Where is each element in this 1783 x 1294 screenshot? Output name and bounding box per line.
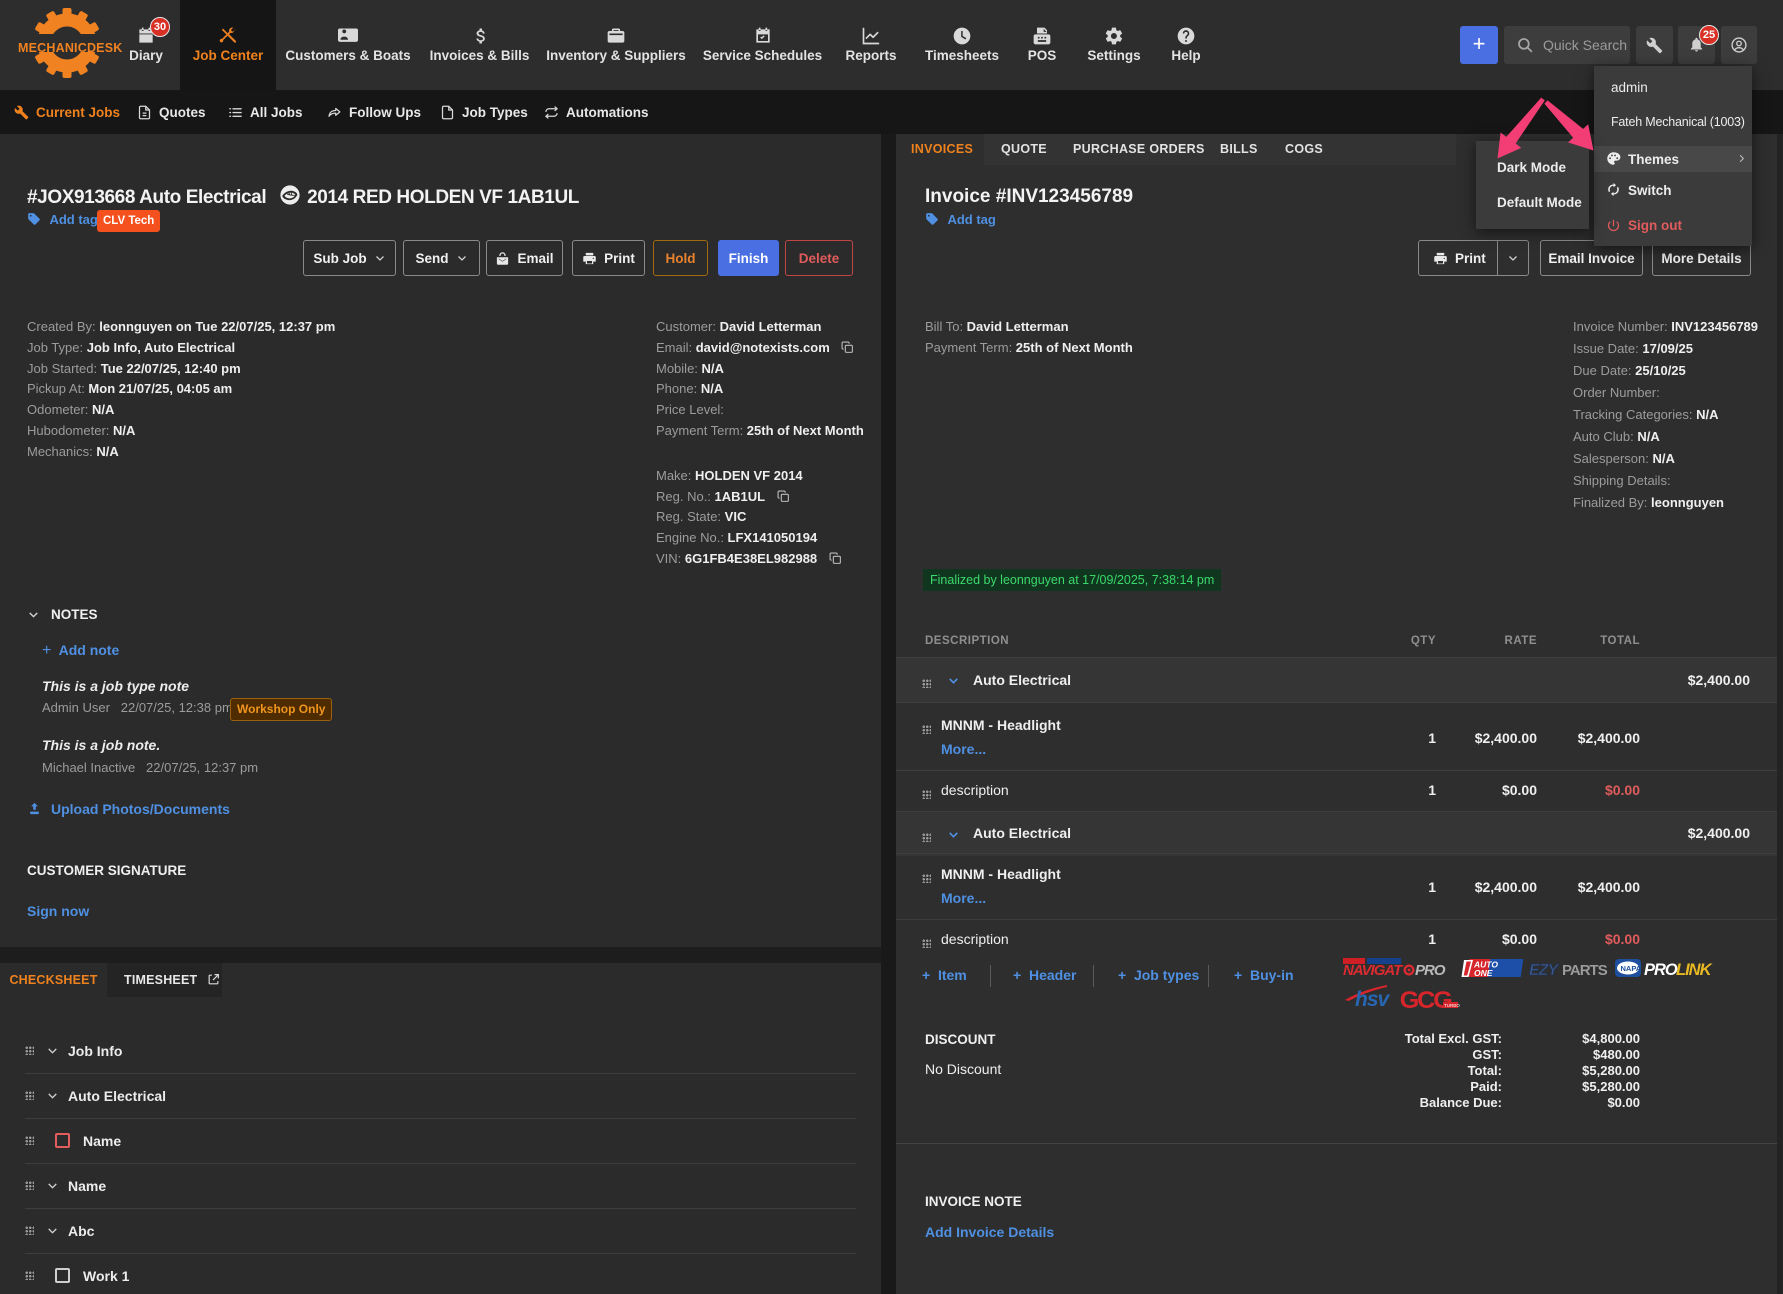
svg-text:EZY: EZY — [1529, 962, 1559, 979]
svg-text:PRO: PRO — [1415, 962, 1446, 979]
svg-text:ONE: ONE — [1474, 968, 1493, 978]
svg-text:TURBO: TURBO — [1444, 1003, 1460, 1008]
svg-text:NAPA: NAPA — [1621, 964, 1642, 973]
svg-text:MECHANICDESK: MECHANICDESK — [18, 41, 123, 55]
svg-text:hsv: hsv — [1355, 988, 1391, 1010]
svg-text:LINK: LINK — [1676, 961, 1713, 979]
svg-text:NAVIGAT: NAVIGAT — [1343, 962, 1404, 979]
svg-text:PARTS: PARTS — [1562, 962, 1608, 979]
svg-text:PRO: PRO — [1644, 961, 1678, 979]
